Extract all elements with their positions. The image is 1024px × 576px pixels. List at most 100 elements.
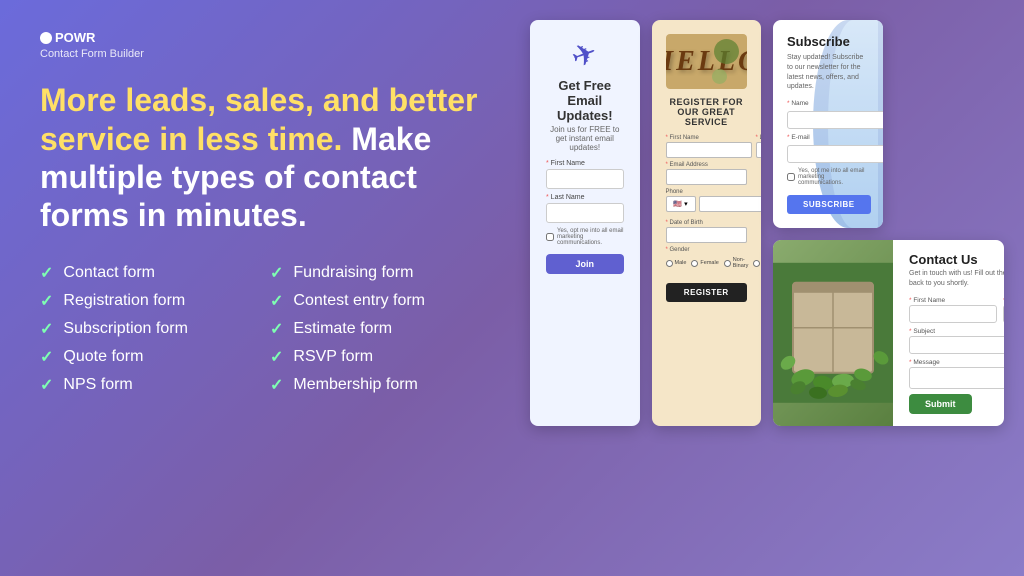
- sub-name-label: * Name: [787, 100, 869, 107]
- reg-first-name: * First Name: [666, 135, 752, 158]
- brand-subtitle: Contact Form Builder: [40, 47, 144, 61]
- email-card-title: Get Free Email Updates!: [546, 78, 624, 123]
- feature-label: Estimate form: [293, 320, 392, 338]
- gender-female-radio[interactable]: [691, 260, 698, 267]
- contact-message-textarea[interactable]: [909, 367, 1004, 389]
- email-optin-checkbox[interactable]: [546, 233, 554, 241]
- brand-name: POWR: [55, 30, 95, 47]
- gender-nonbinary: Non-Binary: [724, 257, 749, 269]
- brand: POWR Contact Form Builder: [40, 30, 480, 61]
- feature-subscription-form: ✓ Subscription form: [40, 319, 250, 339]
- reg-gender-label: * Gender: [666, 247, 748, 253]
- reg-dob-field: * Date of Birth: [666, 220, 748, 243]
- gender-female-label: Female: [700, 260, 718, 266]
- gender-female: Female: [691, 260, 718, 267]
- sub-checkbox-row: Yes, opt me into all email marketing com…: [787, 168, 869, 186]
- gender-row: Male Female Non-Binary Prefer Not t: [666, 254, 748, 272]
- reg-email-label: * Email Address: [666, 162, 748, 168]
- reg-phone-label: Phone: [666, 189, 748, 195]
- features-col2: ✓ Fundraising form ✓ Contest entry form …: [270, 263, 480, 395]
- gender-male: Male: [666, 260, 687, 267]
- contact-form-fields: Contact Us Get in touch with us! Fill ou…: [893, 240, 1004, 426]
- contact-first-name: * First Name: [909, 297, 997, 323]
- phone-flag: 🇺🇸 ▾: [666, 196, 696, 212]
- sub-email-input[interactable]: [787, 145, 883, 163]
- contact-image: [773, 240, 893, 426]
- hello-banner: HELLO: [666, 34, 748, 89]
- first-name-input[interactable]: [546, 169, 624, 189]
- feature-label: RSVP form: [293, 348, 373, 366]
- feature-rsvp-form: ✓ RSVP form: [270, 347, 480, 367]
- reg-last-name-input[interactable]: [756, 142, 762, 158]
- gender-nonbinary-radio[interactable]: [724, 260, 731, 267]
- register-card: HELLO REGISTER FOR OUR GREAT SERVICE * F…: [652, 20, 762, 426]
- page-container: POWR Contact Form Builder More leads, sa…: [0, 0, 1024, 576]
- ivy-illustration: [773, 240, 893, 426]
- sub-email-label: * E-mail: [787, 134, 869, 141]
- feature-label: Quote form: [63, 348, 143, 366]
- feature-label: NPS form: [63, 376, 132, 394]
- reg-last-name: * Last Name: [756, 135, 762, 158]
- check-icon: ✓: [270, 375, 283, 395]
- sub-name-field: * Name: [787, 100, 869, 129]
- right-panel: ✈ Get Free Email Updates! Join us for FR…: [520, 0, 1024, 576]
- check-icon: ✓: [270, 319, 283, 339]
- feature-label: Subscription form: [63, 320, 188, 338]
- check-icon: ✓: [40, 291, 53, 311]
- gender-male-label: Male: [675, 260, 687, 266]
- reg-first-name-label: * First Name: [666, 135, 752, 141]
- check-icon: ✓: [270, 347, 283, 367]
- email-updates-card: ✈ Get Free Email Updates! Join us for FR…: [530, 20, 640, 426]
- brand-logo: POWR Contact Form Builder: [40, 30, 144, 61]
- headline-part2-highlight: service in less time.: [40, 121, 342, 157]
- subscribe-title: Subscribe: [787, 34, 869, 49]
- register-card-title: REGISTER FOR OUR GREAT SERVICE: [666, 97, 748, 127]
- contact-last-name-input[interactable]: [1003, 305, 1004, 323]
- register-button[interactable]: REGISTER: [666, 283, 748, 302]
- reg-dob-label: * Date of Birth: [666, 220, 748, 226]
- reg-email-input[interactable]: [666, 169, 748, 185]
- sub-optin-checkbox[interactable]: [787, 173, 795, 181]
- submit-button[interactable]: Submit: [909, 394, 972, 414]
- feature-membership-form: ✓ Membership form: [270, 375, 480, 395]
- sub-name-input[interactable]: [787, 111, 883, 129]
- top-cards: ✈ Get Free Email Updates! Join us for FR…: [530, 20, 761, 426]
- contact-message-field: * Message: [909, 359, 1004, 389]
- gender-male-radio[interactable]: [666, 260, 673, 267]
- reg-first-name-input[interactable]: [666, 142, 752, 158]
- plane-icon: ✈: [567, 35, 603, 76]
- feature-quote-form: ✓ Quote form: [40, 347, 250, 367]
- check-icon: ✓: [270, 291, 283, 311]
- sub-email-field: * E-mail: [787, 134, 869, 163]
- sub-optin-label: Yes, opt me into all email marketing com…: [798, 168, 869, 186]
- phone-row: 🇺🇸 ▾: [666, 196, 748, 212]
- subscribe-subtitle: Stay updated! Subscribe to our newslette…: [787, 53, 869, 92]
- contact-message-label: * Message: [909, 359, 1004, 366]
- check-icon: ✓: [40, 347, 53, 367]
- subscribe-card: Subscribe Stay updated! Subscribe to our…: [773, 20, 883, 228]
- first-name-label: * First Name: [546, 160, 585, 167]
- reg-gender-wrapper: * Gender Male Female Non-Binary: [666, 247, 748, 278]
- contact-us-card: Contact Us Get in touch with us! Fill ou…: [773, 240, 1004, 426]
- mid-cards: Subscribe Stay updated! Subscribe to our…: [773, 20, 1004, 426]
- register-name-row: * First Name * Last Name: [666, 135, 748, 158]
- gender-prefer-radio[interactable]: [753, 260, 760, 267]
- features-grid: ✓ Contact form ✓ Registration form ✓ Sub…: [40, 263, 480, 395]
- feature-contest-entry-form: ✓ Contest entry form: [270, 291, 480, 311]
- contact-first-name-input[interactable]: [909, 305, 997, 323]
- contact-subject-select[interactable]: [909, 336, 1004, 354]
- headline: More leads, sales, and better service in…: [40, 81, 480, 235]
- join-button[interactable]: Join: [546, 254, 625, 274]
- powr-icon: [40, 32, 52, 44]
- check-icon: ✓: [270, 263, 283, 283]
- subscribe-button[interactable]: SUBSCRIBE: [787, 195, 871, 214]
- last-name-input[interactable]: [546, 203, 624, 223]
- contact-name-row: * First Name * Last Name: [909, 297, 1004, 323]
- feature-label: Contact form: [63, 264, 155, 282]
- feature-label: Fundraising form: [293, 264, 413, 282]
- reg-dob-input[interactable]: [666, 227, 748, 243]
- email-checkbox-row: Yes, opt me into all email marketing com…: [546, 228, 624, 246]
- gender-prefer-not: Prefer Not to Say: [753, 254, 761, 272]
- feature-registration-form: ✓ Registration form: [40, 291, 250, 311]
- phone-input[interactable]: [699, 196, 762, 212]
